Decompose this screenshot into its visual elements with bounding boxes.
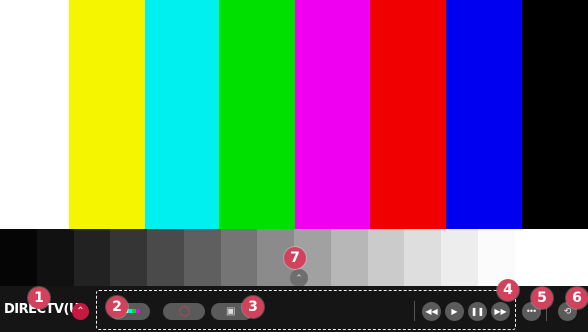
gray-step [0, 229, 37, 286]
gray-step [147, 229, 184, 286]
color-bar [446, 0, 522, 229]
callout-4: 4 [497, 279, 519, 301]
gray-step [514, 229, 552, 286]
color-bar [0, 0, 69, 229]
chevron-up-icon[interactable]: ⌃ [72, 303, 89, 320]
callout-2: 2 [106, 296, 128, 318]
fast-forward-button[interactable]: ▶▶ [491, 302, 510, 321]
gray-step [220, 229, 258, 286]
color-bar [370, 0, 446, 229]
gray-step [551, 229, 588, 286]
rewind-button[interactable]: ◀◀ [422, 302, 441, 321]
play-button[interactable]: ▶ [445, 302, 464, 321]
color-bar [295, 0, 370, 229]
color-bar [219, 0, 295, 229]
gray-step [110, 229, 147, 286]
gray-step [330, 229, 368, 286]
record-icon: ◯ [179, 306, 191, 317]
separator [414, 301, 415, 321]
more-icon: ••• [526, 306, 537, 316]
pause-button[interactable]: ❚❚ [468, 302, 487, 321]
color-bar [522, 0, 588, 229]
gray-step [441, 229, 478, 286]
gray-step [477, 229, 515, 286]
callout-3: 3 [242, 296, 264, 318]
show-more-chevron-icon[interactable]: ⌃ [290, 269, 308, 287]
record-pill[interactable]: ◯ [163, 303, 205, 320]
callout-6: 6 [566, 287, 588, 309]
tv-screen: ⌃ DIRECTV(U ⌃ ◯ ▣ ◀◀ ▶ ❚❚ ▶▶ ••• ⟲ 1 2 3… [0, 0, 588, 332]
color-bar [145, 0, 219, 229]
gray-step [183, 229, 221, 286]
gray-step [404, 229, 441, 286]
callout-7: 7 [284, 247, 306, 269]
gray-step [36, 229, 74, 286]
gray-step [367, 229, 405, 286]
callout-1: 1 [28, 287, 50, 309]
screen-icon: ▣ [226, 306, 236, 317]
gray-step [73, 229, 111, 286]
color-bar [69, 0, 145, 229]
callout-5: 5 [531, 287, 553, 309]
exit-icon: ⟲ [563, 306, 572, 316]
color-bars [0, 0, 588, 229]
